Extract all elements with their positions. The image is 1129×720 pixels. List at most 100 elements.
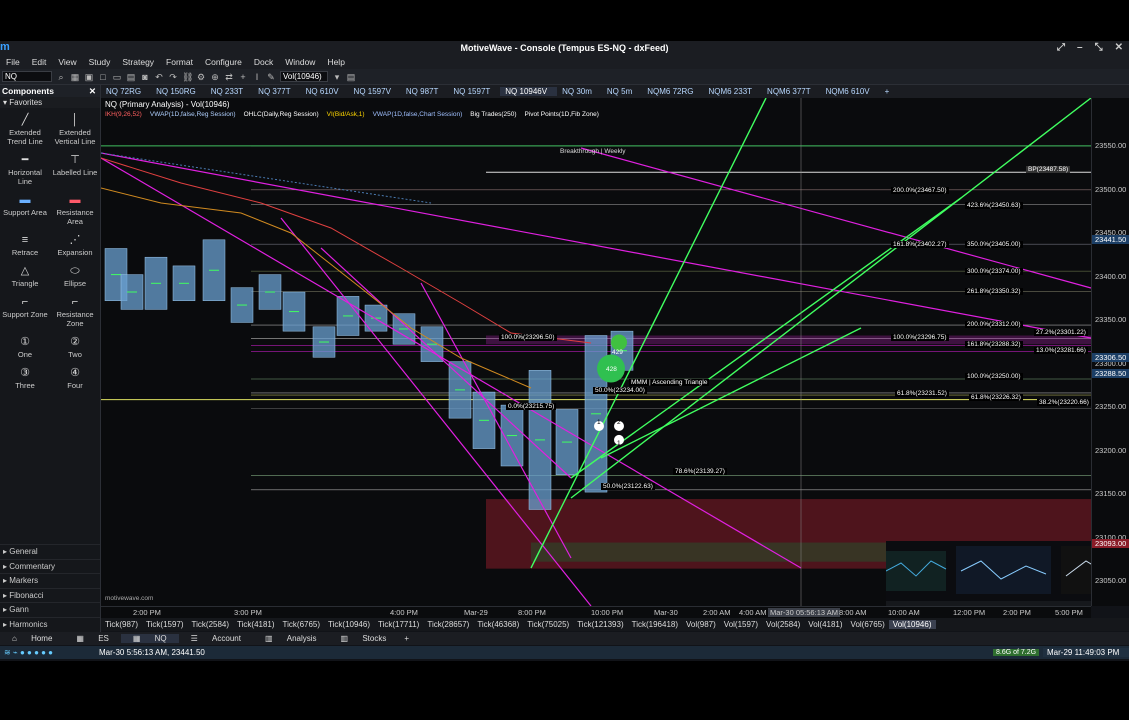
chart-label[interactable]: 161.8%(23288.32): [965, 341, 1023, 348]
bar-size-option[interactable]: Tick(6765): [279, 620, 325, 629]
menu-edit[interactable]: Edit: [26, 57, 53, 67]
chart-label[interactable]: 38.2%(23220.66): [1037, 399, 1091, 406]
study-label[interactable]: VWAP(1D,false,Reg Session): [150, 111, 236, 118]
tool-four[interactable]: ④ Four: [50, 365, 100, 390]
bar-size-option[interactable]: Tick(17711): [374, 620, 423, 629]
menu-dock[interactable]: Dock: [248, 57, 279, 67]
print-icon[interactable]: ▤: [126, 72, 136, 82]
bar-size-option[interactable]: Vol(1597): [720, 620, 762, 629]
add-tab-icon[interactable]: +: [880, 87, 900, 96]
trend-line[interactable]: [530, 98, 767, 569]
link-icon[interactable]: ⛓: [182, 72, 193, 82]
study-label[interactable]: VI(Bid/Ask,1): [327, 111, 365, 118]
tool-two[interactable]: ② Two: [50, 334, 100, 359]
chart-area[interactable]: NQ (Primary Analysis) - Vol(10946) IKH(9,…: [101, 98, 1129, 606]
study-label[interactable]: IKH(9,26,52): [105, 111, 142, 118]
chart-label[interactable]: 13.0%(23281.66): [1034, 347, 1088, 354]
tool-support-area[interactable]: ▬ Support Area: [0, 192, 50, 226]
study-label[interactable]: Pivot Points(1D,Fib Zone): [525, 111, 599, 118]
tool-one[interactable]: ① One: [0, 334, 50, 359]
bar-size-option[interactable]: Vol(4181): [804, 620, 846, 629]
tool-labelled-line[interactable]: ⊤ Labelled Line: [50, 152, 100, 186]
chart-label[interactable]: 2: [617, 419, 621, 426]
menu-configure[interactable]: Configure: [199, 57, 248, 67]
chart-tab[interactable]: NQ 5m: [602, 87, 642, 96]
chart-label[interactable]: 61.8%(23226.32): [969, 394, 1023, 401]
chart-tab[interactable]: NQM6 72RG: [642, 87, 703, 96]
bar-size-option[interactable]: Vol(987): [682, 620, 720, 629]
search-icon[interactable]: ⌕: [56, 72, 66, 82]
chart-tab[interactable]: NQ 1597V: [349, 87, 401, 96]
chevron-down-icon[interactable]: ▾: [332, 72, 342, 82]
chart-label[interactable]: 429: [612, 349, 623, 356]
section-fibonacci[interactable]: ▸ Fibonacci: [0, 587, 100, 602]
chart-tab[interactable]: NQ 377T: [253, 87, 300, 96]
menu-file[interactable]: File: [0, 57, 26, 67]
tool-extended-vertical-line[interactable]: │ Extended Vertical Line: [50, 112, 100, 146]
workspace-tab-stocks[interactable]: ▥ Stocks: [329, 634, 399, 643]
study-label[interactable]: Big Trades(250): [470, 111, 516, 118]
workspace-tab-home[interactable]: ⌂ Home: [0, 634, 64, 643]
favorites-label[interactable]: Favorites: [9, 98, 42, 107]
expand-icon[interactable]: ⤢: [1057, 42, 1065, 53]
camera-icon[interactable]: ◙: [140, 72, 150, 82]
tool-retrace[interactable]: ≡ Retrace: [0, 232, 50, 257]
bar-size-option[interactable]: Tick(10946): [324, 620, 374, 629]
settings-icon[interactable]: ⚙: [196, 72, 206, 82]
new-icon[interactable]: □: [98, 72, 108, 82]
menu-strategy[interactable]: Strategy: [116, 57, 160, 67]
chart-label[interactable]: 100.0%(23296.50): [499, 334, 557, 341]
workspace-tab-analysis[interactable]: ▥ Analysis: [253, 634, 329, 643]
undo-icon[interactable]: ↶: [154, 72, 164, 82]
workspace-tab-es[interactable]: ▦ ES: [64, 634, 120, 643]
menu-help[interactable]: Help: [321, 57, 350, 67]
chart-label[interactable]: 200.0%(23467.50): [891, 187, 949, 194]
section-commentary[interactable]: ▸ Commentary: [0, 558, 100, 573]
pan-icon[interactable]: ⇄: [224, 72, 234, 82]
chart-tab[interactable]: NQM6 233T: [703, 87, 762, 96]
zoom-icon[interactable]: ⊕: [210, 72, 220, 82]
chart-tab[interactable]: NQ 1597T: [448, 87, 500, 96]
menu-view[interactable]: View: [52, 57, 82, 67]
bar-size-option[interactable]: Tick(196418): [628, 620, 682, 629]
chart-label[interactable]: 50.0%(23122.63): [601, 483, 655, 490]
menu-study[interactable]: Study: [83, 57, 117, 67]
bar-size-option[interactable]: Tick(46368): [473, 620, 523, 629]
cursor-icon[interactable]: I: [252, 72, 262, 82]
menu-window[interactable]: Window: [279, 57, 321, 67]
bar-size-option[interactable]: Vol(10946): [888, 620, 936, 629]
bar-size-option[interactable]: Tick(121393): [573, 620, 627, 629]
close-button[interactable]: ✕: [1115, 42, 1123, 53]
bar-size-option[interactable]: Tick(28657): [423, 620, 473, 629]
chart-label[interactable]: 27.2%(23301.22): [1034, 329, 1088, 336]
bar-size-option[interactable]: Vol(6765): [847, 620, 889, 629]
trend-line[interactable]: [570, 98, 1092, 499]
chart-label[interactable]: 61.8%(23231.52): [895, 390, 949, 397]
minimize-button[interactable]: –: [1077, 42, 1083, 53]
trend-line[interactable]: [320, 247, 572, 479]
price-axis[interactable]: 23550.00 23500.00 23450.00 23400.00 23350.00…: [1091, 98, 1129, 629]
chart-tab[interactable]: NQ 10946V: [500, 87, 558, 96]
trend-line[interactable]: [101, 157, 802, 569]
chart-tab[interactable]: NQ 150RG: [151, 87, 206, 96]
chart-tab[interactable]: NQM6 610V: [821, 87, 880, 96]
chart-label[interactable]: 300.0%(23374.00): [965, 268, 1023, 275]
chart-label[interactable]: 50.0%(23234.00): [593, 387, 647, 394]
chart-tab[interactable]: NQM6 377T: [762, 87, 821, 96]
chart-tab[interactable]: NQ 987T: [401, 87, 448, 96]
time-axis[interactable]: 2:00 PM 3:00 PM 4:00 PM Mar-29 8:00 PM 10:00 …: [101, 606, 1091, 618]
chart-tab[interactable]: NQ 233T: [206, 87, 253, 96]
bar-size-option[interactable]: Tick(2584): [188, 620, 234, 629]
chart-label[interactable]: 200.0%(23312.00): [965, 321, 1023, 328]
menu-format[interactable]: Format: [160, 57, 199, 67]
chart-label[interactable]: MMM | Ascending Triangle: [629, 379, 710, 386]
grid-icon[interactable]: ▦: [70, 72, 80, 82]
bar-type-select[interactable]: Vol(10946): [280, 71, 328, 82]
chart-tab[interactable]: NQ 72RG: [101, 87, 151, 96]
open-icon[interactable]: ▭: [112, 72, 122, 82]
chart-label[interactable]: 428: [606, 366, 617, 373]
chart-label[interactable]: motivewave.com: [105, 595, 153, 602]
crosshair-icon[interactable]: +: [238, 72, 248, 82]
bar-size-option[interactable]: Vol(2584): [762, 620, 804, 629]
study-label[interactable]: VWAP(1D,false,Chart Session): [373, 111, 463, 118]
